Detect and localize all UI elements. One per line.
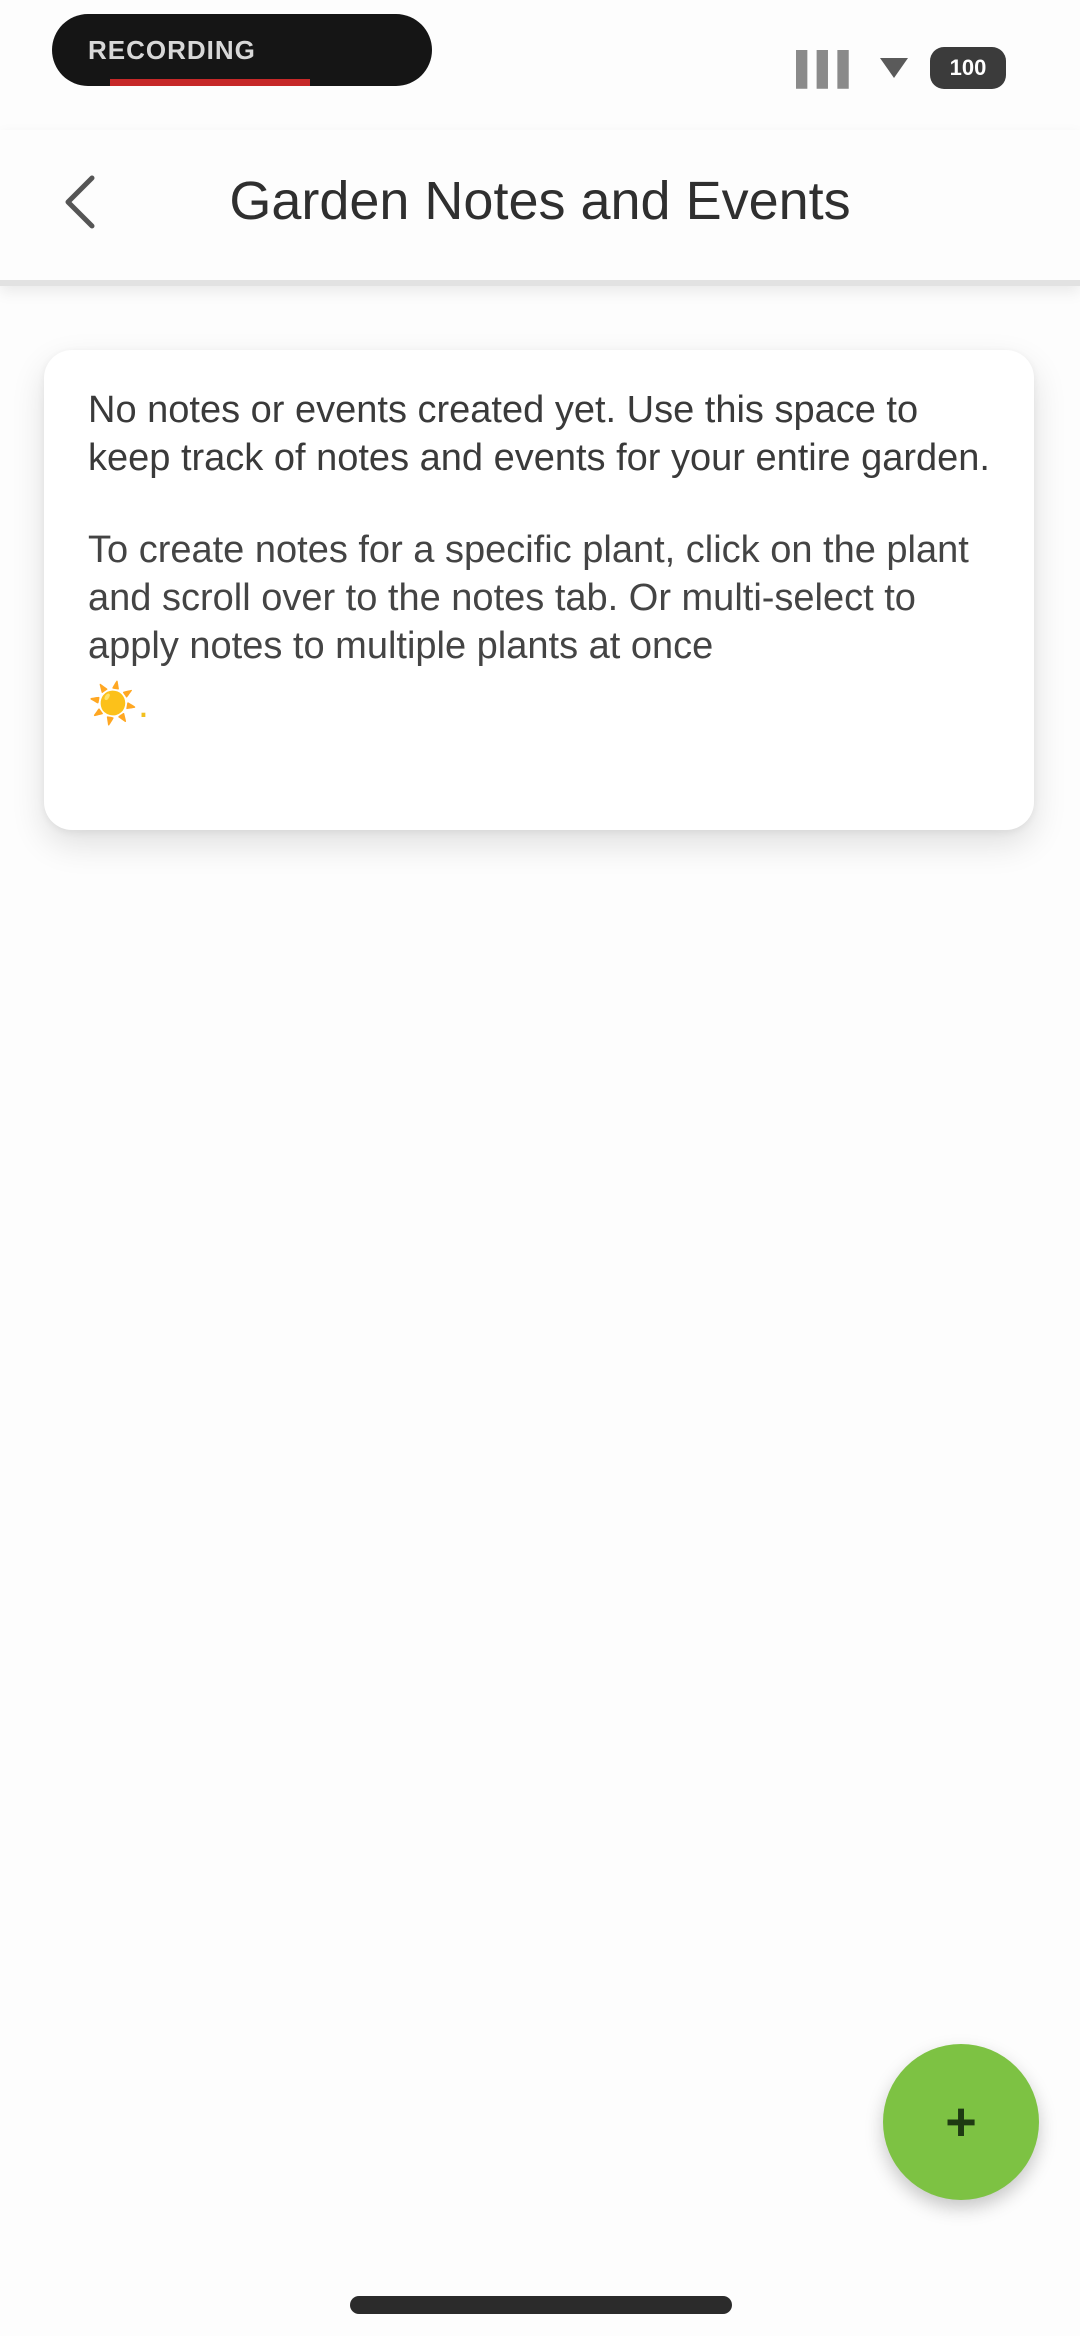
add-note-button[interactable]: + <box>883 2044 1039 2200</box>
plant-notes-hint: To create notes for a specific plant, cl… <box>88 529 969 667</box>
screen-recording-indicator[interactable]: RECORDING <box>52 14 432 86</box>
status-icons: ▌▌▌ 100 <box>796 44 1006 92</box>
battery-icon: 100 <box>930 47 1006 89</box>
status-bar: RECORDING ▌▌▌ 100 <box>0 0 1080 130</box>
empty-state-message: No notes or events created yet. Use this… <box>88 389 990 479</box>
recording-label: RECORDING <box>88 35 256 65</box>
empty-notes-card: No notes or events created yet. Use this… <box>44 350 1034 830</box>
chevron-left-icon <box>65 175 95 229</box>
page-title: Garden Notes and Events <box>229 171 851 231</box>
home-indicator[interactable] <box>350 2296 732 2314</box>
recording-accent-bar <box>110 79 310 86</box>
plus-icon: + <box>945 2092 977 2152</box>
cellular-signal-icon: ▌▌▌ <box>795 49 860 86</box>
app-header: Garden Notes and Events <box>0 130 1080 286</box>
sun-icon: ☀️. <box>88 682 149 726</box>
wifi-icon <box>880 58 908 78</box>
back-button[interactable] <box>40 162 120 242</box>
